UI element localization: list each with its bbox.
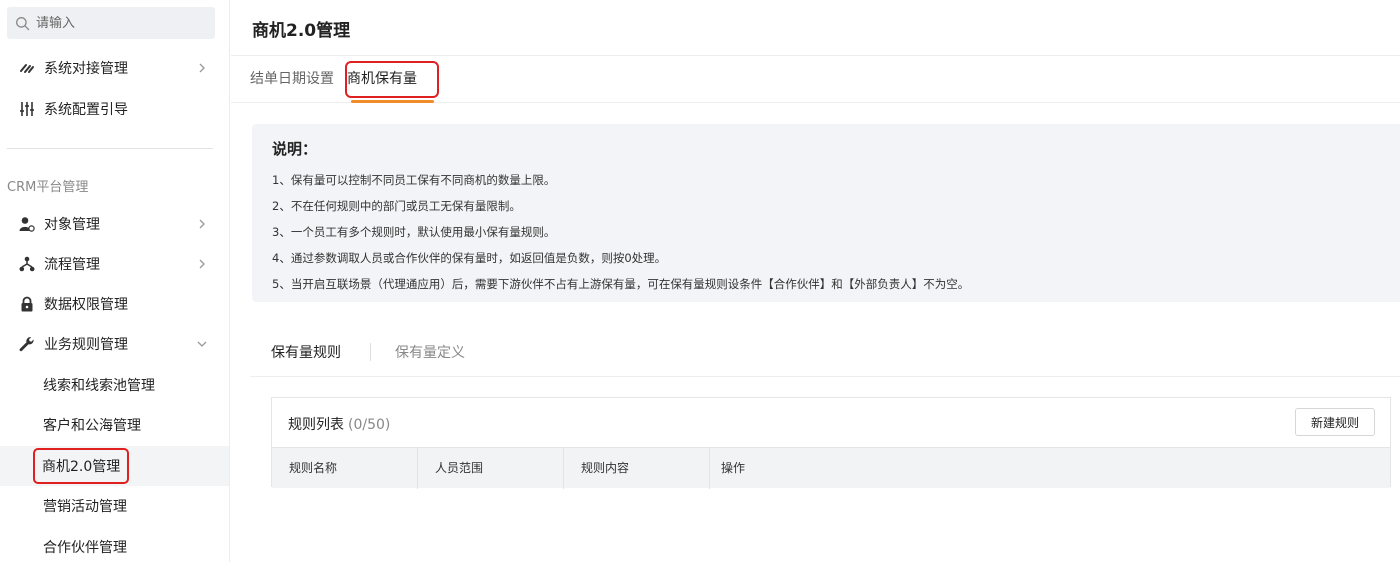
lock-icon — [18, 295, 36, 313]
sidebar: 系统对接管理 系统配置引导 CRM平台管理 对象管理 流程管理 数据权限管理 — [0, 0, 230, 562]
wrench-icon — [18, 335, 36, 353]
rules-count: (0/50) — [348, 417, 391, 433]
link-icon — [18, 59, 36, 77]
user-settings-icon — [18, 215, 36, 233]
sub-tabs: 保有量规则 保有量定义 — [250, 332, 1400, 377]
sidebar-section-title: CRM平台管理 — [7, 180, 89, 195]
column-header-actions: 操作 — [721, 461, 746, 475]
new-rule-button[interactable]: 新建规则 — [1295, 408, 1375, 436]
rules-list-label: 规则列表 — [288, 417, 344, 433]
tab-holding-rules[interactable]: 保有量规则 — [271, 342, 341, 362]
flow-icon — [18, 255, 36, 273]
description-box: 说明： 1、保有量可以控制不同员工保有不同商机的数量上限。 2、不在任何规则中的… — [252, 124, 1400, 302]
sidebar-item-object-management[interactable]: 对象管理 — [0, 204, 229, 244]
chevron-right-icon — [199, 63, 205, 73]
sidebar-subitem-label: 营销活动管理 — [43, 499, 127, 515]
sidebar-divider — [7, 148, 213, 149]
sidebar-item-label: 系统对接管理 — [44, 61, 128, 77]
sidebar-item-system-integration[interactable]: 系统对接管理 — [0, 48, 229, 88]
search-icon — [16, 16, 30, 30]
sidebar-item-flow-management[interactable]: 流程管理 — [0, 244, 229, 284]
column-header-rule-name: 规则名称 — [272, 448, 418, 489]
chevron-right-icon — [199, 219, 205, 229]
sidebar-subitem-opportunity[interactable]: 商机2.0管理 — [0, 446, 229, 486]
sidebar-subitem-label: 合作伙伴管理 — [43, 540, 127, 556]
page-title: 商机2.0管理 — [252, 21, 351, 41]
table-header: 规则名称 人员范围 规则内容 操作 — [272, 447, 1390, 489]
sidebar-item-label: 系统配置引导 — [44, 102, 128, 118]
rules-panel-title: 规则列表 (0/50) — [288, 414, 390, 434]
sidebar-item-label: 流程管理 — [44, 257, 100, 273]
tab-opportunity-holding[interactable]: 商机保有量 — [347, 56, 417, 102]
search-box[interactable] — [7, 7, 215, 39]
column-header-scope: 人员范围 — [418, 448, 564, 489]
top-tabs: 结单日期设置 商机保有量 — [231, 56, 1400, 103]
description-heading: 说明： — [272, 140, 318, 158]
chevron-down-icon — [197, 341, 207, 347]
tab-holding-definition[interactable]: 保有量定义 — [395, 342, 465, 362]
sidebar-subitem-label: 客户和公海管理 — [43, 418, 141, 434]
main-content: 商机2.0管理 结单日期设置 商机保有量 说明： 1、保有量可以控制不同员工保有… — [231, 0, 1400, 562]
sidebar-item-data-permission[interactable]: 数据权限管理 — [0, 284, 229, 324]
sidebar-subitem-partners[interactable]: 合作伙伴管理 — [0, 527, 229, 562]
sidebar-subitem-label: 线索和线索池管理 — [43, 378, 155, 394]
description-line: 3、一个员工有多个规则时，默认使用最小保有量规则。 — [272, 225, 556, 239]
sidebar-subitem-customers[interactable]: 客户和公海管理 — [0, 405, 229, 445]
tab-close-date-settings[interactable]: 结单日期设置 — [250, 56, 334, 102]
sidebar-item-label: 数据权限管理 — [44, 297, 128, 313]
sidebar-item-business-rules[interactable]: 业务规则管理 — [0, 324, 229, 364]
description-line: 5、当开启互联场景（代理通应用）后，需要下游伙伴不占有上游保有量，可在保有量规则… — [272, 277, 970, 291]
sidebar-subitem-marketing[interactable]: 营销活动管理 — [0, 486, 229, 526]
description-line: 4、通过参数调取人员或合作伙伴的保有量时，如返回值是负数，则按0处理。 — [272, 251, 667, 265]
sidebar-item-config-guide[interactable]: 系统配置引导 — [0, 89, 229, 129]
rules-panel-header: 规则列表 (0/50) 新建规则 — [272, 398, 1390, 447]
rules-panel: 规则列表 (0/50) 新建规则 规则名称 人员范围 规则内容 操作 — [271, 397, 1391, 489]
search-input[interactable] — [36, 15, 196, 31]
sidebar-item-label: 业务规则管理 — [44, 337, 128, 353]
sliders-icon — [18, 100, 36, 118]
chevron-right-icon — [199, 259, 205, 269]
description-line: 2、不在任何规则中的部门或员工无保有量限制。 — [272, 199, 521, 213]
sidebar-subitem-leads[interactable]: 线索和线索池管理 — [0, 365, 229, 405]
column-header-content: 规则内容 — [564, 448, 710, 489]
sidebar-item-label: 对象管理 — [44, 217, 100, 233]
active-tab-underline — [351, 100, 434, 103]
sidebar-subitem-label: 商机2.0管理 — [33, 448, 130, 484]
description-line: 1、保有量可以控制不同员工保有不同商机的数量上限。 — [272, 173, 556, 187]
sub-tab-separator — [370, 343, 371, 361]
